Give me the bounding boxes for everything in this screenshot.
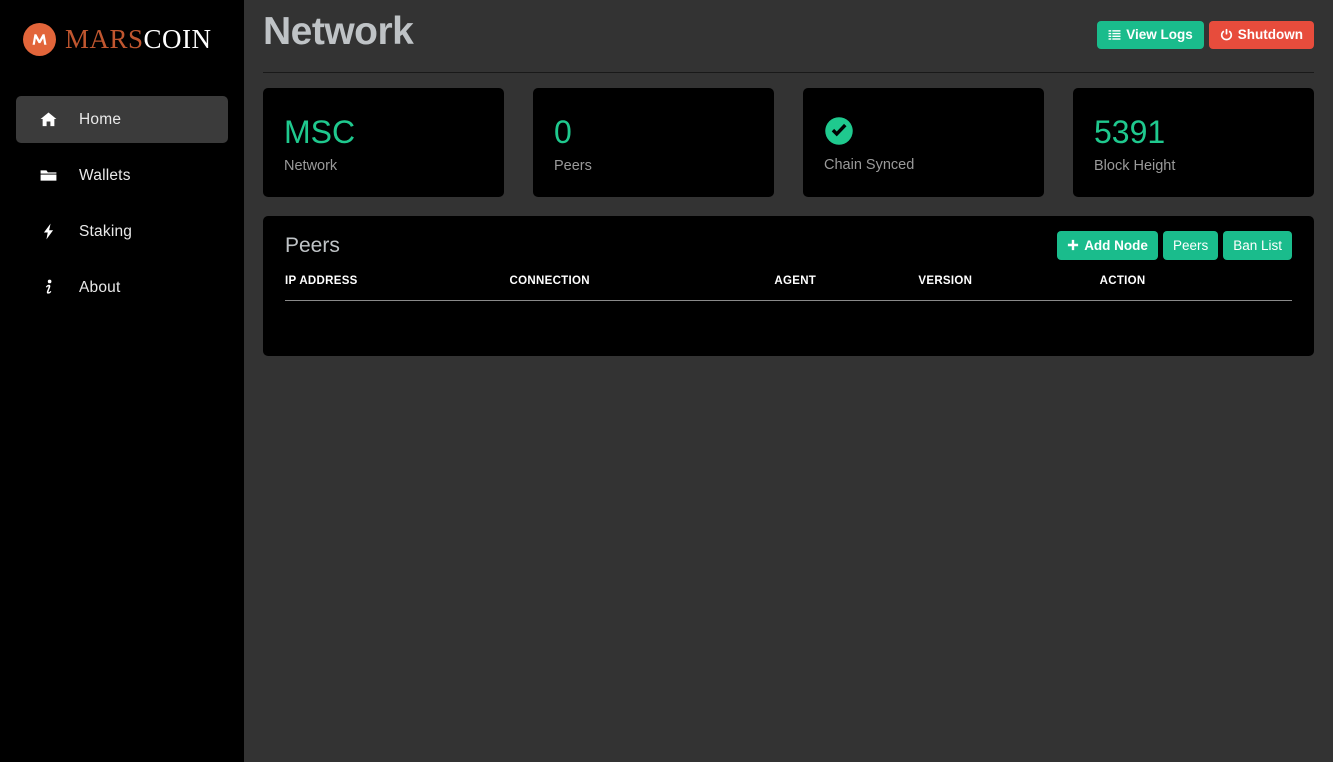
- sidebar-item-wallets[interactable]: Wallets: [16, 152, 228, 199]
- info-icon: [39, 278, 61, 297]
- stat-card-chain-synced: Chain Synced: [803, 87, 1044, 197]
- view-logs-button[interactable]: View Logs: [1097, 21, 1204, 49]
- table-cell: [285, 300, 510, 333]
- stat-label: Block Height: [1094, 157, 1176, 174]
- page-title: Network: [263, 10, 414, 53]
- stat-label: Network: [284, 157, 338, 174]
- shutdown-label: Shutdown: [1237, 27, 1303, 42]
- peers-panel-actions: Add Node Peers Ban List: [1057, 230, 1292, 260]
- column-header-version[interactable]: VERSION: [918, 274, 1100, 301]
- add-node-button[interactable]: Add Node: [1057, 230, 1158, 260]
- brand-logo[interactable]: MARSCOIN: [0, 0, 244, 79]
- stat-value: MSC: [284, 113, 356, 150]
- stat-card-peers: 0 Peers: [533, 87, 774, 197]
- brand-name-mars: MARS: [65, 24, 144, 54]
- column-header-connection[interactable]: CONNECTION: [509, 274, 775, 301]
- peers-table: IP ADDRESS CONNECTION AGENT VERSION ACTI…: [285, 274, 1292, 334]
- sidebar-item-staking[interactable]: Staking: [16, 208, 228, 255]
- peers-panel-title: Peers: [285, 233, 340, 257]
- stat-label: Peers: [554, 157, 592, 174]
- page-header: Network View Logs Shutdown: [263, 0, 1314, 73]
- stat-value: 5391: [1094, 113, 1166, 150]
- peers-table-head: IP ADDRESS CONNECTION AGENT VERSION ACTI…: [285, 274, 1292, 301]
- peers-panel-header: Peers Add Node Peers Ban List: [285, 216, 1292, 275]
- plus-icon: [1067, 239, 1079, 251]
- shutdown-button[interactable]: Shutdown: [1208, 21, 1314, 49]
- sidebar-nav: Home Wallets Staking About: [0, 96, 244, 311]
- stat-label: Chain Synced: [824, 156, 915, 173]
- sidebar-item-label: Staking: [79, 222, 133, 240]
- lightning-icon: [39, 222, 61, 241]
- view-logs-label: View Logs: [1126, 27, 1193, 42]
- main-content: Network View Logs Shutdown MSC Network 0…: [244, 0, 1333, 762]
- brand-wordmark: MARSCOIN: [65, 26, 212, 53]
- sidebar-item-label: Home: [79, 110, 122, 128]
- stat-card-block-height: 5391 Block Height: [1073, 87, 1314, 197]
- header-actions: View Logs Shutdown: [1097, 8, 1314, 49]
- add-node-label: Add Node: [1084, 237, 1148, 253]
- list-icon: [1108, 28, 1121, 41]
- check-circle-icon: [824, 116, 854, 146]
- home-icon: [39, 110, 61, 129]
- sidebar-item-about[interactable]: About: [16, 264, 228, 311]
- sidebar-item-label: About: [79, 278, 121, 296]
- sidebar-item-label: Wallets: [79, 166, 131, 184]
- app-root: MARSCOIN Home Wallets Staking About Netw…: [0, 0, 1333, 762]
- folder-icon: [39, 166, 61, 185]
- table-header-row: IP ADDRESS CONNECTION AGENT VERSION ACTI…: [285, 274, 1292, 301]
- brand-name-coin: COIN: [143, 24, 212, 54]
- peers-button-label: Peers: [1172, 237, 1209, 253]
- table-cell: [774, 300, 918, 333]
- sidebar: MARSCOIN Home Wallets Staking About: [0, 0, 244, 762]
- power-icon: [1220, 28, 1233, 41]
- column-header-agent[interactable]: AGENT: [774, 274, 919, 301]
- table-cell: [1100, 300, 1292, 333]
- peers-panel: Peers Add Node Peers Ban List IP ADDRESS…: [263, 215, 1314, 356]
- stat-value: 0: [554, 113, 572, 150]
- stat-card-network: MSC Network: [263, 87, 504, 197]
- table-cell: [510, 300, 775, 333]
- column-header-ip-address[interactable]: IP ADDRESS: [285, 274, 510, 301]
- stat-cards: MSC Network 0 Peers Chain Synced 5391 Bl…: [263, 87, 1314, 197]
- table-cell: [918, 300, 1099, 333]
- ban-list-button[interactable]: Ban List: [1223, 230, 1292, 260]
- marscoin-badge-icon: [23, 23, 56, 56]
- sidebar-item-home[interactable]: Home: [16, 96, 228, 143]
- peers-button[interactable]: Peers: [1162, 230, 1219, 260]
- table-row-empty: [285, 300, 1292, 333]
- peers-table-body: [285, 300, 1292, 333]
- ban-list-label: Ban List: [1233, 237, 1282, 253]
- column-header-action[interactable]: ACTION: [1099, 274, 1292, 301]
